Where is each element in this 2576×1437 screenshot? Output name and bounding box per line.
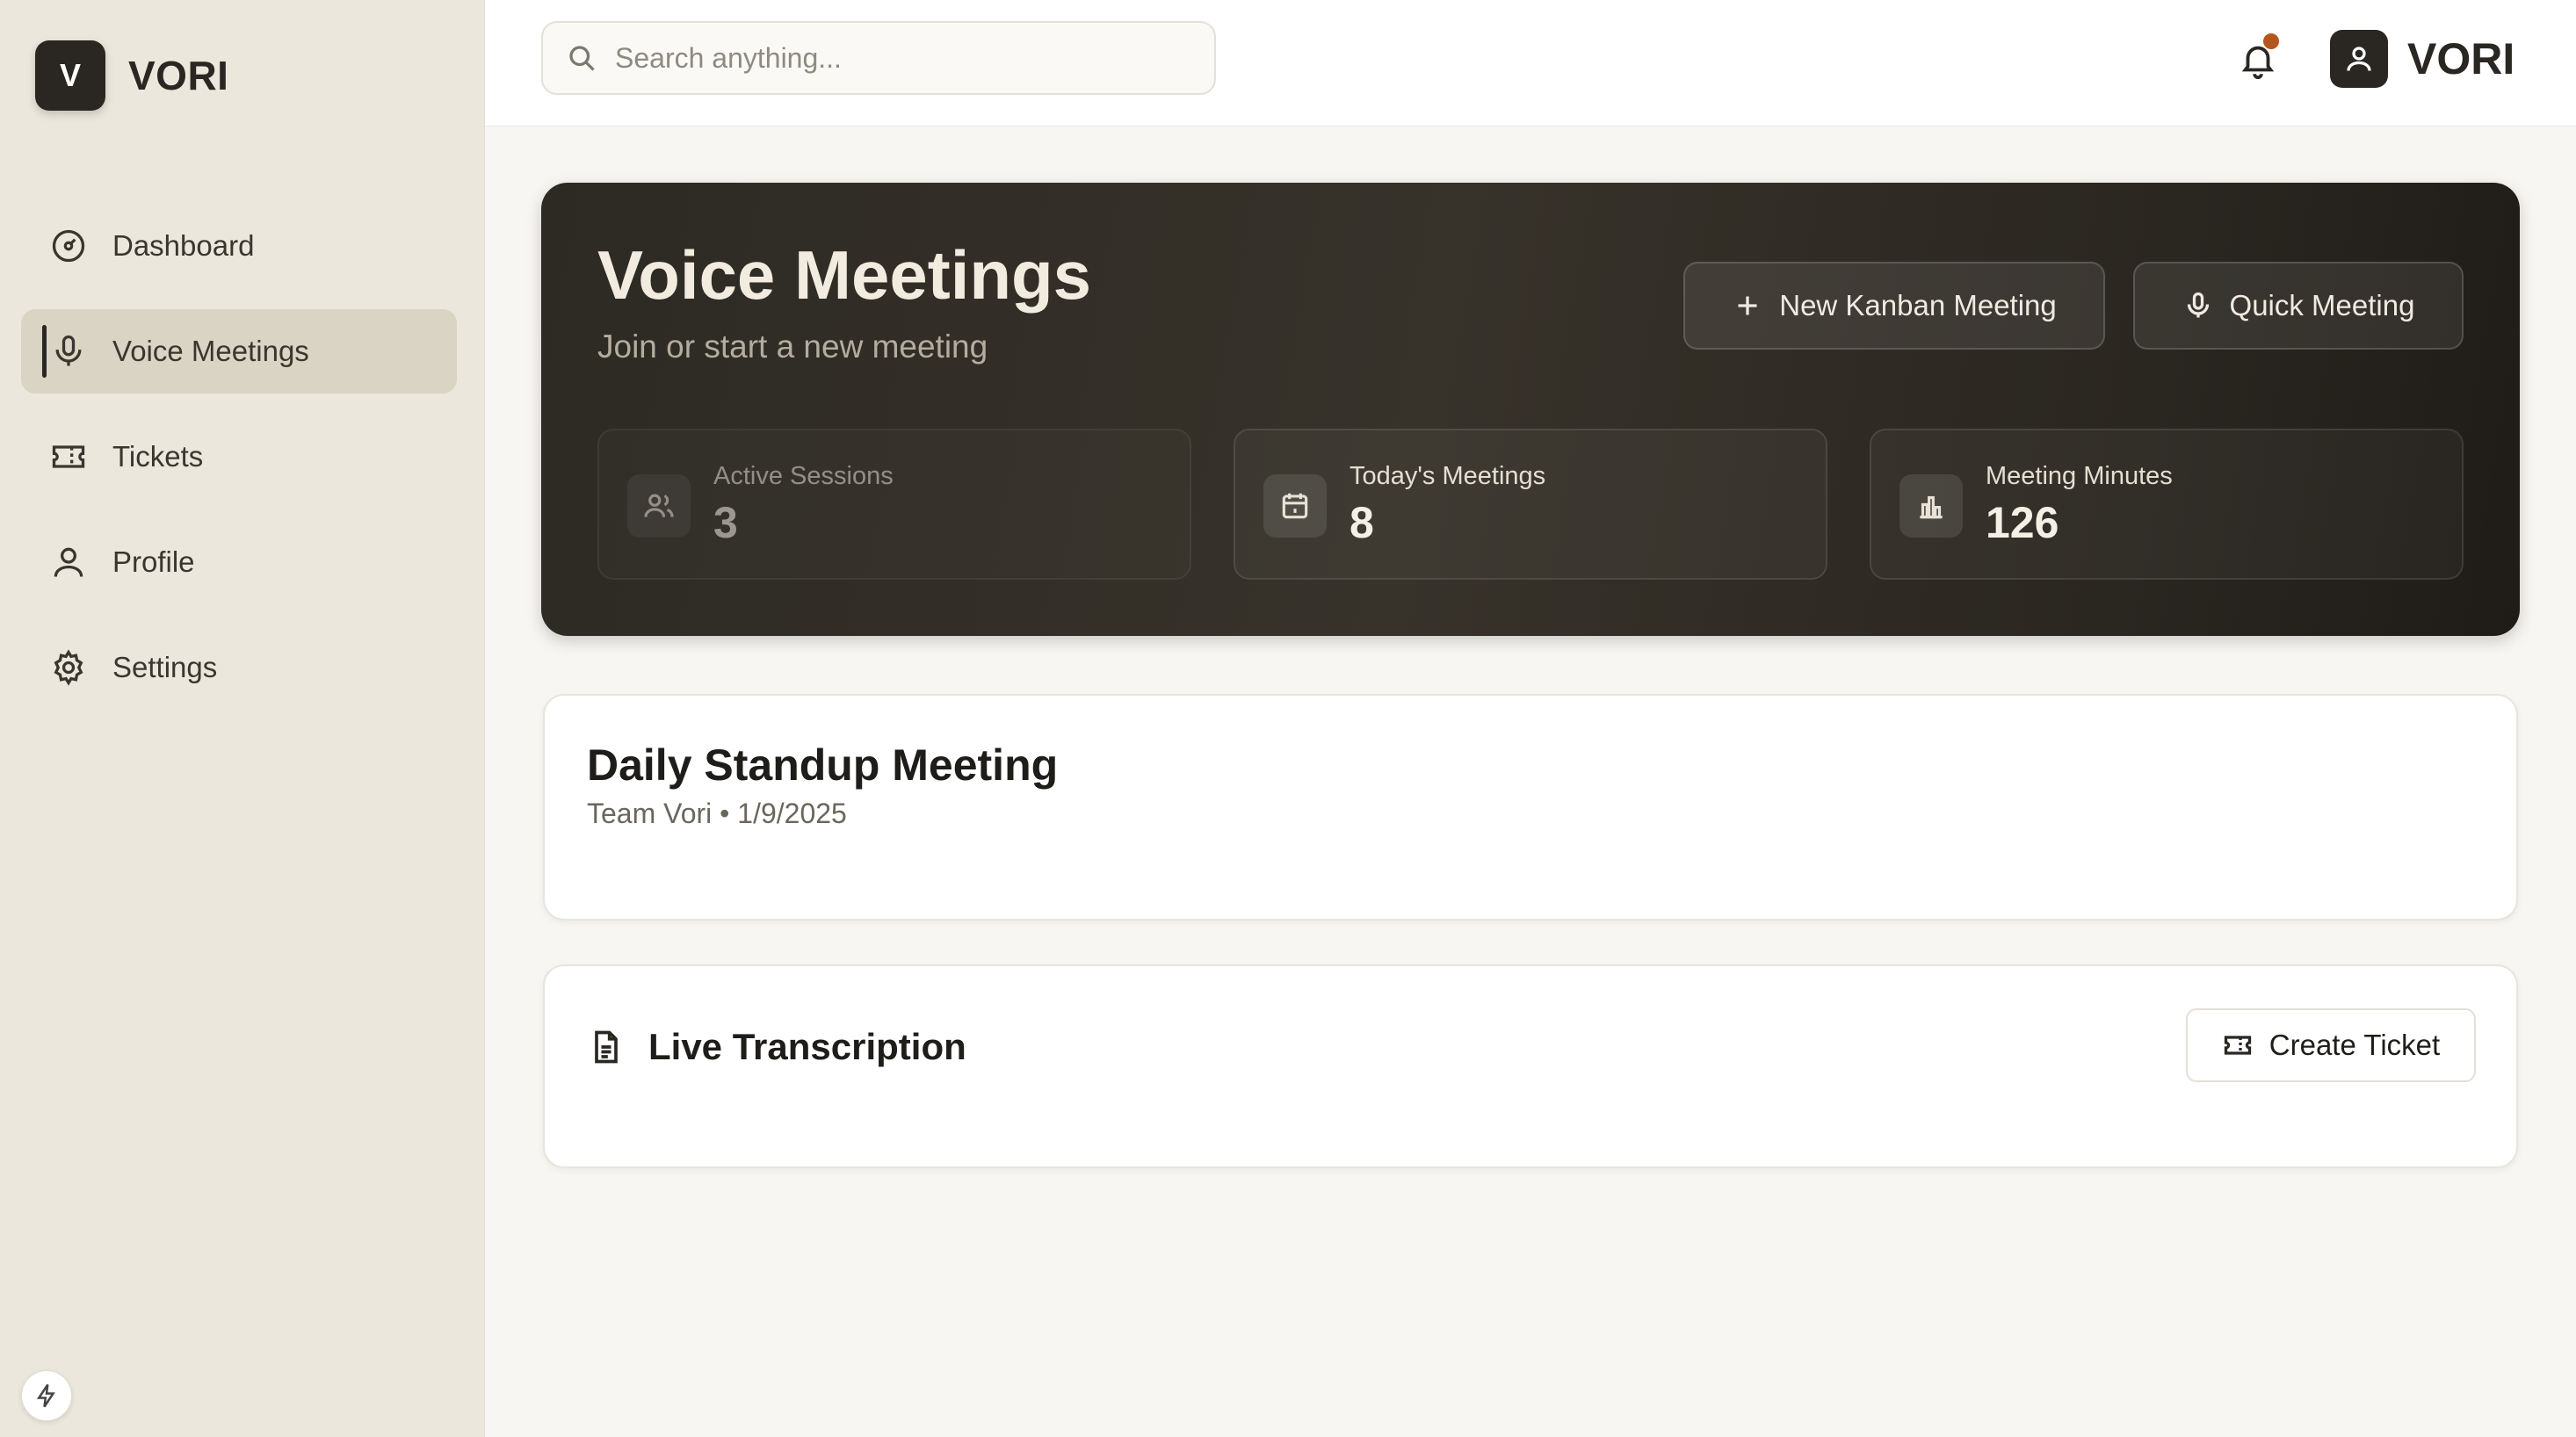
create-ticket-button[interactable]: Create Ticket [2186, 1008, 2476, 1082]
stat-label: Active Sessions [713, 462, 894, 490]
meeting-title: Daily Standup Meeting [587, 740, 1059, 790]
search-box[interactable] [541, 21, 1216, 95]
ticket-icon [52, 445, 85, 468]
brand-logo: V [35, 40, 105, 111]
live-transcription-header: Live Transcription [587, 1026, 966, 1068]
bar-chart-icon [1899, 474, 1963, 538]
calendar-icon [1263, 474, 1327, 538]
stat-card-todays-meetings: Today's Meetings 8 [1234, 429, 1827, 580]
users-icon [627, 474, 691, 538]
create-ticket-label: Create Ticket [2268, 1029, 2441, 1061]
sidebar-nav: Dashboard Voice Meetings Tickets Profile [21, 204, 457, 731]
gear-icon [54, 649, 83, 686]
brand[interactable]: V VORI [35, 40, 228, 111]
avatar[interactable] [2330, 30, 2388, 88]
document-icon [595, 1030, 618, 1064]
sidebar-item-label: Profile [112, 545, 195, 578]
top-bar: VORI [485, 0, 2576, 126]
dashboard-gauge-icon [52, 229, 85, 263]
sidebar-item-label: Dashboard [112, 229, 255, 262]
sidebar-item-profile[interactable]: Profile [21, 520, 457, 604]
sidebar: V VORI Dashboard Voice Meetings Tickets [0, 0, 485, 1437]
page-subtitle: Join or start a new meeting [597, 329, 988, 365]
page-title: Voice Meetings [597, 236, 1092, 314]
new-kanban-meeting-label: New Kanban Meeting [1779, 289, 2057, 321]
user-name[interactable]: VORI [2407, 33, 2514, 84]
sidebar-item-voice-meetings[interactable]: Voice Meetings [21, 309, 457, 394]
new-kanban-meeting-button[interactable]: New Kanban Meeting [1683, 262, 2105, 350]
sidebar-item-settings[interactable]: Settings [21, 625, 457, 710]
user-icon [54, 547, 83, 577]
plus-icon [1738, 296, 1757, 315]
microphone-icon [55, 335, 82, 366]
microphone-icon [2187, 292, 2209, 318]
bolt-icon [36, 1383, 55, 1408]
live-transcription-card: Live Transcription Create Ticket [543, 964, 2518, 1168]
user-icon [2347, 47, 2371, 71]
sidebar-item-label: Settings [112, 651, 218, 683]
stat-value: 126 [1986, 498, 2059, 547]
sidebar-item-dashboard[interactable]: Dashboard [21, 204, 457, 288]
sidebar-item-tickets[interactable]: Tickets [21, 415, 457, 499]
notification-dot [2263, 33, 2279, 49]
voice-meetings-hero: Voice Meetings Join or start a new meeti… [541, 183, 2520, 636]
quick-meeting-label: Quick Meeting [2229, 289, 2415, 321]
sidebar-item-label: Voice Meetings [112, 335, 309, 367]
meeting-card[interactable]: Daily Standup Meeting Team Vori • 1/9/20… [543, 694, 2518, 921]
meeting-meta: Team Vori • 1/9/2025 [587, 798, 847, 829]
stat-value: 3 [713, 498, 738, 547]
stat-value: 8 [1350, 498, 1374, 547]
stat-label: Today's Meetings [1350, 462, 1546, 490]
live-transcription-title: Live Transcription [648, 1026, 966, 1067]
ticket-icon [2224, 1036, 2251, 1055]
stat-label: Meeting Minutes [1986, 462, 2173, 490]
stat-card-active-sessions: Active Sessions 3 [597, 429, 1191, 580]
search-input[interactable] [615, 41, 1177, 75]
stat-card-meeting-minutes: Meeting Minutes 126 [1870, 429, 2464, 580]
brand-name: VORI [128, 53, 229, 98]
notifications-button[interactable] [2232, 33, 2284, 86]
search-icon [569, 46, 595, 71]
quick-meeting-button[interactable]: Quick Meeting [2133, 262, 2464, 350]
sidebar-item-label: Tickets [112, 440, 204, 473]
quick-action-button[interactable] [21, 1370, 72, 1421]
